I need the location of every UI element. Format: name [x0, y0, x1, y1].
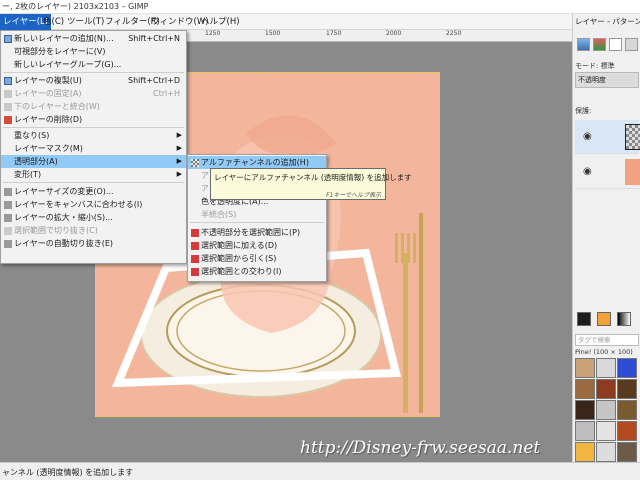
menu-item-transform[interactable]: 変形(T) ▶	[1, 168, 186, 181]
duplicate-layer-icon	[4, 77, 12, 85]
pattern-swatch[interactable]	[617, 400, 637, 420]
layer-row[interactable]: ◉	[575, 155, 640, 189]
pattern-swatch[interactable]	[617, 442, 637, 462]
pattern-swatch[interactable]	[575, 442, 595, 462]
alpha-to-selection-icon	[191, 229, 199, 237]
new-layer-icon	[4, 35, 12, 43]
menu-item-semi-flatten[interactable]: 半統合(S)	[188, 208, 326, 221]
layer-mode-label[interactable]: モード: 標準	[575, 61, 615, 71]
menu-item-add-to-selection[interactable]: 選択範囲に加える(D)	[188, 239, 326, 252]
eye-icon[interactable]: ◉	[583, 131, 592, 142]
window-titlebar: ー, 2枚のレイヤー) 2103x2103 – GIMP	[0, 0, 640, 14]
pattern-name-label: Pine! (100 × 100)	[575, 348, 633, 356]
merge-down-icon	[4, 103, 12, 111]
ruler-tick: 2250	[446, 30, 462, 37]
color-swatches	[575, 310, 639, 330]
menu-item-alpha-to-selection[interactable]: 不透明部分を選択範囲に(P)	[188, 226, 326, 239]
lock-label: 保護:	[575, 107, 592, 115]
layer-row[interactable]: ◉	[575, 120, 640, 154]
scale-layer-icon	[4, 214, 12, 222]
menu-separator	[3, 72, 184, 73]
channels-tab-icon[interactable]	[593, 38, 606, 51]
pattern-swatch[interactable]	[596, 379, 616, 399]
opacity-slider[interactable]: 不透明度	[575, 72, 639, 88]
menu-item-layer-boundary-size[interactable]: レイヤーサイズの変更(O)...	[1, 185, 186, 198]
intersect-selection-icon	[191, 268, 199, 276]
menu-item-anchor-layer[interactable]: レイヤーの固定(A) Ctrl+H	[1, 87, 186, 100]
pattern-swatch[interactable]	[617, 379, 637, 399]
tag-search-field[interactable]: タグで検索	[575, 334, 639, 346]
pattern-swatch[interactable]	[596, 358, 616, 378]
ruler-tick: 1250	[205, 30, 221, 37]
menu-item-autocrop-layer[interactable]: レイヤーの自動切り抜き(E)	[1, 237, 186, 250]
pattern-swatch[interactable]	[596, 421, 616, 441]
menu-item-subtract-from-selection[interactable]: 選択範囲から引く(S)	[188, 252, 326, 265]
layer-thumbnail	[625, 159, 640, 185]
dock-title: レイヤー - パターン	[575, 17, 640, 26]
layers-dock: レイヤー - パターン モード: 標準 不透明度 保護: ◉ ◉ タグで検索 P…	[572, 14, 640, 462]
subtract-selection-icon	[191, 255, 199, 263]
add-selection-icon	[191, 242, 199, 250]
menu-item-layer-to-image-size[interactable]: レイヤーをキャンバスに合わせる(I)	[1, 198, 186, 211]
pattern-swatch[interactable]	[575, 379, 595, 399]
menu-tools[interactable]: ツール(T)	[64, 14, 107, 30]
tooltip: レイヤーにアルファチャンネル (透明度情報) を追加します F1キーでヘルプ表示	[210, 168, 412, 200]
menu-separator	[190, 222, 324, 223]
menu-item-new-layer[interactable]: 新しいレイヤーの追加(N)... Shift+Ctrl+N	[1, 32, 186, 45]
menu-item-crop-to-selection[interactable]: 選択範囲で切り抜き(C)	[1, 224, 186, 237]
menu-separator	[3, 127, 184, 128]
tooltip-text: レイヤーにアルファチャンネル (透明度情報) を追加します	[214, 173, 412, 182]
pattern-swatch[interactable]	[575, 358, 595, 378]
pattern-swatch[interactable]	[596, 400, 616, 420]
submenu-arrow-icon: ▶	[176, 157, 182, 165]
undo-tab-icon[interactable]	[625, 38, 638, 51]
menu-item-merge-down[interactable]: 下のレイヤーと統合(W)	[1, 100, 186, 113]
tooltip-help-hint: F1キーでヘルプ表示	[326, 192, 381, 199]
menu-item-layer-mask[interactable]: レイヤーマスク(M) ▶	[1, 142, 186, 155]
submenu-arrow-icon: ▶	[176, 170, 182, 178]
menu-item-new-from-visible[interactable]: 可視部分をレイヤーに(V)	[1, 45, 186, 58]
layer-thumbnail	[625, 124, 640, 150]
ruler-tick: 1500	[265, 30, 281, 37]
menu-item-scale-layer[interactable]: レイヤーの拡大・縮小(S)...	[1, 211, 186, 224]
menu-item-stack[interactable]: 重なり(S) ▶	[1, 129, 186, 142]
foreground-color[interactable]	[577, 312, 591, 326]
crop-selection-icon	[4, 227, 12, 235]
ruler-tick: 2000	[386, 30, 402, 37]
menu-item-duplicate-layer[interactable]: レイヤーの複製(U) Shift+Ctrl+D	[1, 74, 186, 87]
delete-layer-icon	[4, 116, 12, 124]
menu-item-delete-layer[interactable]: レイヤーの削除(D)	[1, 113, 186, 126]
menu-item-intersect-with-selection[interactable]: 選択範囲との交わり(I)	[188, 265, 326, 278]
pattern-swatch[interactable]	[575, 400, 595, 420]
background-color[interactable]	[597, 312, 611, 326]
paths-tab-icon[interactable]	[609, 38, 622, 51]
pattern-swatch[interactable]	[575, 421, 595, 441]
ruler-tick: 1750	[326, 30, 342, 37]
pattern-swatch[interactable]	[617, 358, 637, 378]
window-title: ー, 2枚のレイヤー) 2103x2103 – GIMP	[2, 2, 149, 11]
pattern-grid	[575, 358, 639, 462]
layer-menu: 新しいレイヤーの追加(N)... Shift+Ctrl+N 可視部分をレイヤーに…	[0, 30, 187, 264]
pattern-swatch[interactable]	[617, 421, 637, 441]
eye-icon[interactable]: ◉	[583, 166, 592, 177]
layers-tab-icon[interactable]	[577, 38, 590, 51]
pattern-swatch[interactable]	[596, 442, 616, 462]
menu-item-new-layer-group[interactable]: 新しいレイヤーグループ(G)...	[1, 58, 186, 71]
submenu-arrow-icon: ▶	[176, 144, 182, 152]
menu-item-transparency[interactable]: 透明部分(A) ▶	[1, 155, 186, 168]
alpha-channel-icon	[191, 159, 199, 167]
layer-size-icon	[4, 188, 12, 196]
menu-help[interactable]: ヘルプ(H)	[198, 14, 243, 30]
menubar: レイヤー(L) 色(C) ツール(T) フィルター(R) ウィンドウ(W) ヘル…	[0, 14, 640, 30]
autocrop-icon	[4, 240, 12, 248]
gradient-swatch[interactable]	[617, 312, 631, 326]
status-text: ャンネル (透明度情報) を追加します	[2, 468, 134, 477]
dock-tabs	[577, 38, 639, 56]
status-bar: ャンネル (透明度情報) を追加します	[0, 462, 640, 480]
submenu-arrow-icon: ▶	[176, 131, 182, 139]
anchor-icon	[4, 90, 12, 98]
menu-separator	[3, 182, 184, 183]
fit-canvas-icon	[4, 201, 12, 209]
